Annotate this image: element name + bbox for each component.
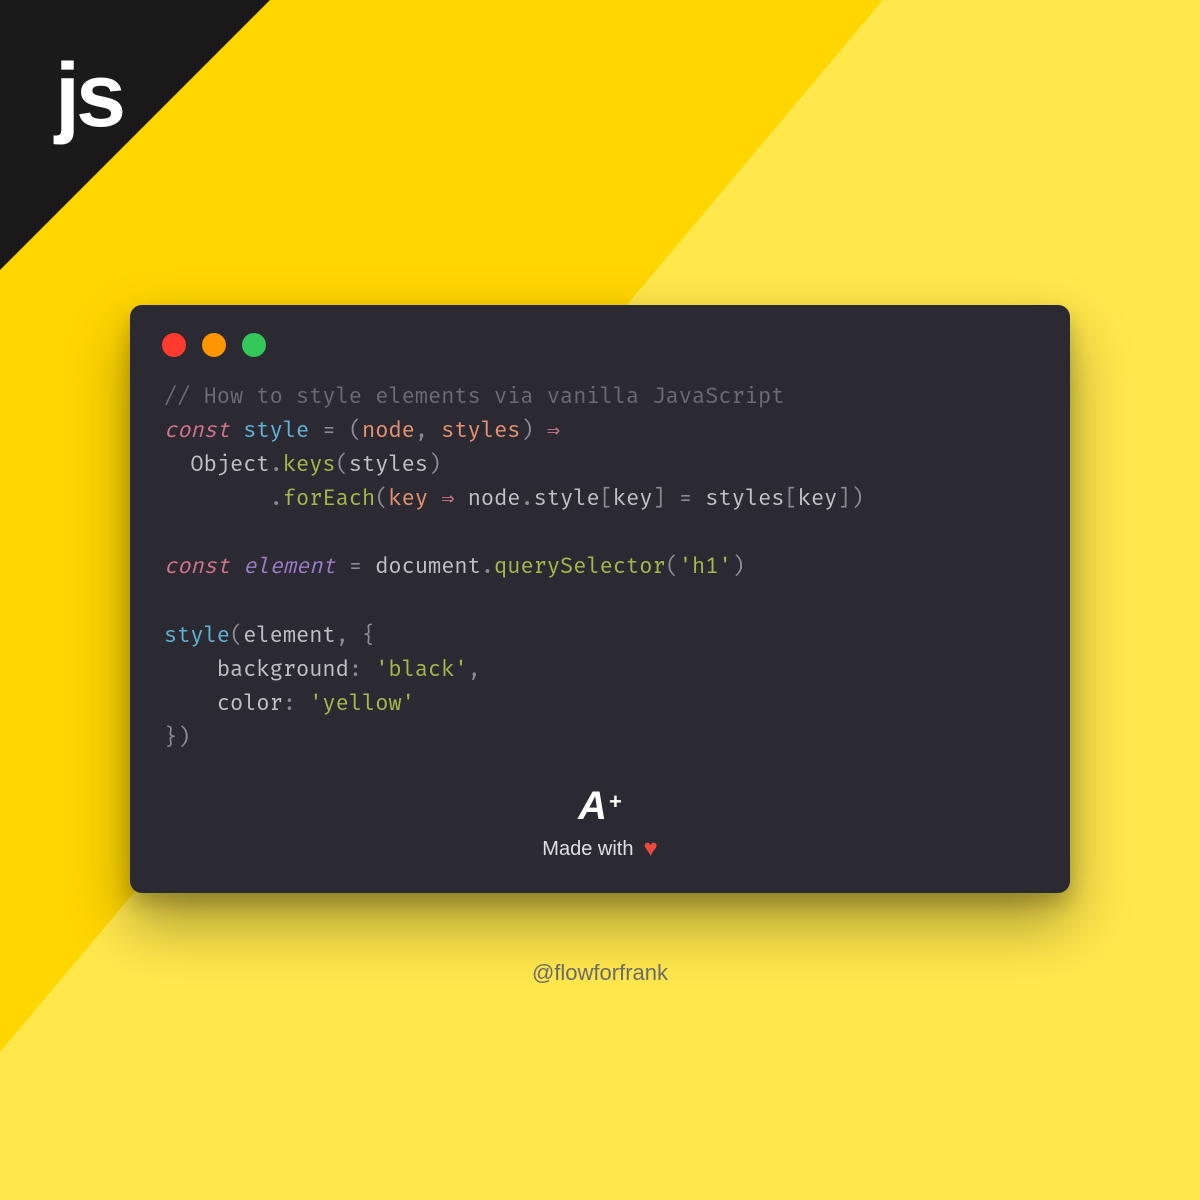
window-close-button[interactable]: red (162, 333, 186, 357)
tok-lparen: ( (349, 416, 362, 443)
tok-param-styles: styles (441, 416, 520, 443)
tok-prop-background: background (217, 655, 349, 682)
logo-plus: + (609, 789, 622, 815)
tok-assign: = (666, 484, 706, 511)
window-titlebar: red yellow green (130, 305, 1070, 367)
tok-indent (164, 450, 190, 477)
tok-lbrace: { (362, 621, 375, 648)
window-footer: A+ Made with ♥ (130, 764, 1070, 863)
tok-indent (164, 689, 217, 716)
tok-styles-ref: styles (705, 484, 784, 511)
tok-rparen: ) (851, 484, 864, 511)
tok-key-idx: key (613, 484, 653, 511)
tok-arrow: ⇒ (534, 416, 560, 443)
tok-lparen: ( (230, 621, 243, 648)
tok-comma: , (415, 416, 441, 443)
tok-lbracket: [ (600, 484, 613, 511)
made-with-label: Made with (542, 838, 633, 861)
tok-lparen: ( (336, 450, 349, 477)
tok-rbracket: ] (653, 484, 666, 511)
tok-comma: , (336, 621, 362, 648)
tok-str-black: 'black' (375, 655, 467, 682)
tok-arrow: ⇒ (428, 484, 454, 511)
tok-fn-style-call: style (164, 621, 230, 648)
logo-letter: A (578, 784, 605, 829)
code-comment: // How to style elements via vanilla Jav… (164, 382, 784, 409)
tok-eq: = (336, 552, 376, 579)
tok-object: Object (190, 450, 269, 477)
tok-rbracket: ] (837, 484, 850, 511)
tok-key-idx: key (798, 484, 838, 511)
attribution-handle: @flowforfrank (0, 960, 1200, 986)
tok-style-prop: style (534, 484, 600, 511)
logo: A+ (578, 784, 622, 829)
window-minimize-button[interactable]: yellow (202, 333, 226, 357)
tok-colon: : (349, 655, 375, 682)
heart-icon: ♥ (643, 835, 657, 863)
tok-rparen: ) (732, 552, 745, 579)
tok-rparen: ) (428, 450, 441, 477)
tok-str-yellow: 'yellow' (309, 689, 415, 716)
tok-rparen: ) (520, 416, 533, 443)
tok-comma-end: , (468, 655, 481, 682)
tok-document: document (375, 552, 481, 579)
tok-element-arg: element (243, 621, 335, 648)
tok-foreach: forEach (283, 484, 375, 511)
tok-str-h1: 'h1' (679, 552, 732, 579)
tok-dot: . (521, 484, 534, 511)
tok-colon: : (283, 689, 309, 716)
tok-keys: keys (283, 450, 336, 477)
tok-dot: . (270, 450, 283, 477)
tok-param-node: node (362, 416, 415, 443)
tok-indent (164, 484, 270, 511)
tok-dot: . (270, 484, 283, 511)
tok-fn-style: style (243, 416, 309, 443)
tok-lbracket: [ (785, 484, 798, 511)
tok-param-key: key (388, 484, 428, 511)
code-window: red yellow green // How to style element… (130, 305, 1070, 893)
tok-const: const (164, 416, 230, 443)
corner-triangle (0, 0, 270, 270)
tok-lparen: ( (666, 552, 679, 579)
tok-styles-arg: styles (349, 450, 428, 477)
tok-indent (164, 655, 217, 682)
tok-const: const (164, 552, 230, 579)
tok-node: node (468, 484, 521, 511)
tok-rbrace: } (164, 723, 177, 750)
code-block: // How to style elements via vanilla Jav… (130, 367, 1070, 764)
window-maximize-button[interactable]: green (242, 333, 266, 357)
tok-eq: = (309, 416, 349, 443)
tok-prop-color: color (217, 689, 283, 716)
tok-var-element: element (243, 552, 335, 579)
tok-queryselector: querySelector (494, 552, 666, 579)
tok-rparen: ) (177, 723, 190, 750)
js-badge: js (55, 45, 122, 148)
tok-lparen: ( (375, 484, 388, 511)
made-with-text: Made with ♥ (130, 835, 1070, 863)
tok-dot: . (481, 552, 494, 579)
